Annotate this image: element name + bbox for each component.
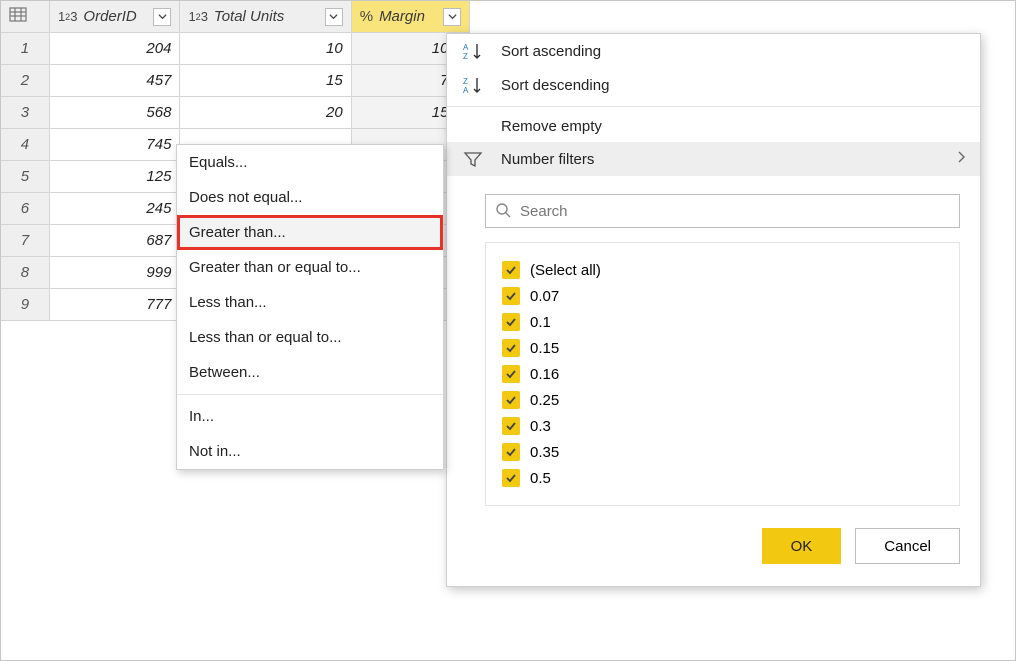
filter-equals[interactable]: Equals... [177,145,443,180]
column-filter-dropdown-total-units[interactable] [325,8,343,26]
row-number: 8 [1,257,50,289]
row-number: 5 [1,161,50,193]
cell-orderid[interactable]: 125 [49,161,180,193]
datatype-number-icon: 123 [188,9,207,24]
column-filter-dropdown-margin[interactable] [443,8,461,26]
cell-orderid[interactable]: 568 [49,97,180,129]
checklist-item[interactable]: 0.3 [502,413,943,439]
cell-orderid[interactable]: 204 [49,33,180,65]
filter-icon [461,149,485,169]
datatype-number-icon: 123 [58,9,77,24]
number-filters-submenu: Equals... Does not equal... Greater than… [176,144,444,470]
svg-text:A: A [463,86,469,95]
select-all-row[interactable]: (Select all) [502,257,943,283]
column-filter-panel: AZ Sort ascending ZA Sort descending Rem… [446,33,981,587]
column-header-label: Total Units [214,8,319,25]
filter-in[interactable]: In... [177,399,443,434]
checkbox-checked-icon [502,313,520,331]
table-corner-cell [1,1,50,33]
filter-between[interactable]: Between... [177,355,443,390]
row-number: 3 [1,97,50,129]
checklist-item[interactable]: 0.25 [502,387,943,413]
checklist-item[interactable]: 0.16 [502,361,943,387]
remove-empty[interactable]: Remove empty [447,111,980,142]
checklist-label: 0.25 [530,392,559,409]
column-filter-dropdown-orderid[interactable] [153,8,171,26]
row-number: 1 [1,33,50,65]
sort-desc-icon: ZA [461,75,485,95]
checkbox-checked-icon [502,287,520,305]
menu-item-label: Sort descending [501,77,609,94]
values-checklist: (Select all) 0.07 0.1 0.15 0.16 0.25 0.3 0.35 0… [485,242,960,506]
cancel-button[interactable]: Cancel [855,528,960,564]
cell-orderid[interactable]: 245 [49,193,180,225]
filter-less-than[interactable]: Less than... [177,285,443,320]
checkbox-checked-icon [502,261,520,279]
cell-orderid[interactable]: 687 [49,225,180,257]
sort-asc-icon: AZ [461,41,485,61]
sort-descending[interactable]: ZA Sort descending [447,68,980,102]
checklist-item[interactable]: 0.1 [502,309,943,335]
checklist-label: 0.15 [530,340,559,357]
checklist-label: 0.1 [530,314,551,331]
filter-not-in[interactable]: Not in... [177,434,443,469]
ok-button[interactable]: OK [762,528,842,564]
checkbox-checked-icon [502,339,520,357]
row-number: 9 [1,289,50,321]
checklist-item[interactable]: 0.5 [502,465,943,491]
checklist-label: 0.3 [530,418,551,435]
number-filters[interactable]: Number filters [447,142,980,176]
menu-item-label: Sort ascending [501,43,601,60]
chevron-right-icon [956,150,966,168]
cell-orderid[interactable]: 777 [49,289,180,321]
column-header-label: OrderID [83,8,147,25]
table-row[interactable]: 35682015.0 [1,97,470,129]
menu-item-label: Number filters [501,151,594,168]
row-number: 4 [1,129,50,161]
search-icon [495,202,512,223]
column-header-margin[interactable]: % Margin [351,1,469,33]
column-header-total-units[interactable]: 123 Total Units [180,1,351,33]
filter-lte[interactable]: Less than or equal to... [177,320,443,355]
filter-not-equal[interactable]: Does not equal... [177,180,443,215]
table-row[interactable]: 2457157.0 [1,65,470,97]
checklist-label: (Select all) [530,262,601,279]
cell-units[interactable]: 20 [180,97,351,129]
svg-text:Z: Z [463,77,468,86]
checklist-item[interactable]: 0.07 [502,283,943,309]
column-header-label: Margin [379,8,437,25]
cell-units[interactable]: 15 [180,65,351,97]
sort-ascending[interactable]: AZ Sort ascending [447,34,980,68]
filter-gte[interactable]: Greater than or equal to... [177,250,443,285]
table-icon [9,9,27,26]
checklist-label: 0.35 [530,444,559,461]
row-number: 2 [1,65,50,97]
table-row[interactable]: 12041010.0 [1,33,470,65]
checkbox-checked-icon [502,417,520,435]
checklist-label: 0.16 [530,366,559,383]
filter-greater-than[interactable]: Greater than... [177,215,443,250]
checklist-label: 0.07 [530,288,559,305]
checkbox-checked-icon [502,391,520,409]
checkbox-checked-icon [502,469,520,487]
menu-item-label: Remove empty [501,118,602,135]
svg-text:Z: Z [463,52,468,61]
row-number: 6 [1,193,50,225]
row-number: 7 [1,225,50,257]
checkbox-checked-icon [502,443,520,461]
column-header-orderid[interactable]: 123 OrderID [49,1,180,33]
cell-units[interactable]: 10 [180,33,351,65]
datatype-percent-icon: % [360,8,373,25]
checkbox-checked-icon [502,365,520,383]
checklist-item[interactable]: 0.35 [502,439,943,465]
cell-orderid[interactable]: 999 [49,257,180,289]
svg-text:A: A [463,43,469,52]
search-input[interactable] [485,194,960,228]
checklist-label: 0.5 [530,470,551,487]
checklist-item[interactable]: 0.15 [502,335,943,361]
cell-orderid[interactable]: 745 [49,129,180,161]
cell-orderid[interactable]: 457 [49,65,180,97]
